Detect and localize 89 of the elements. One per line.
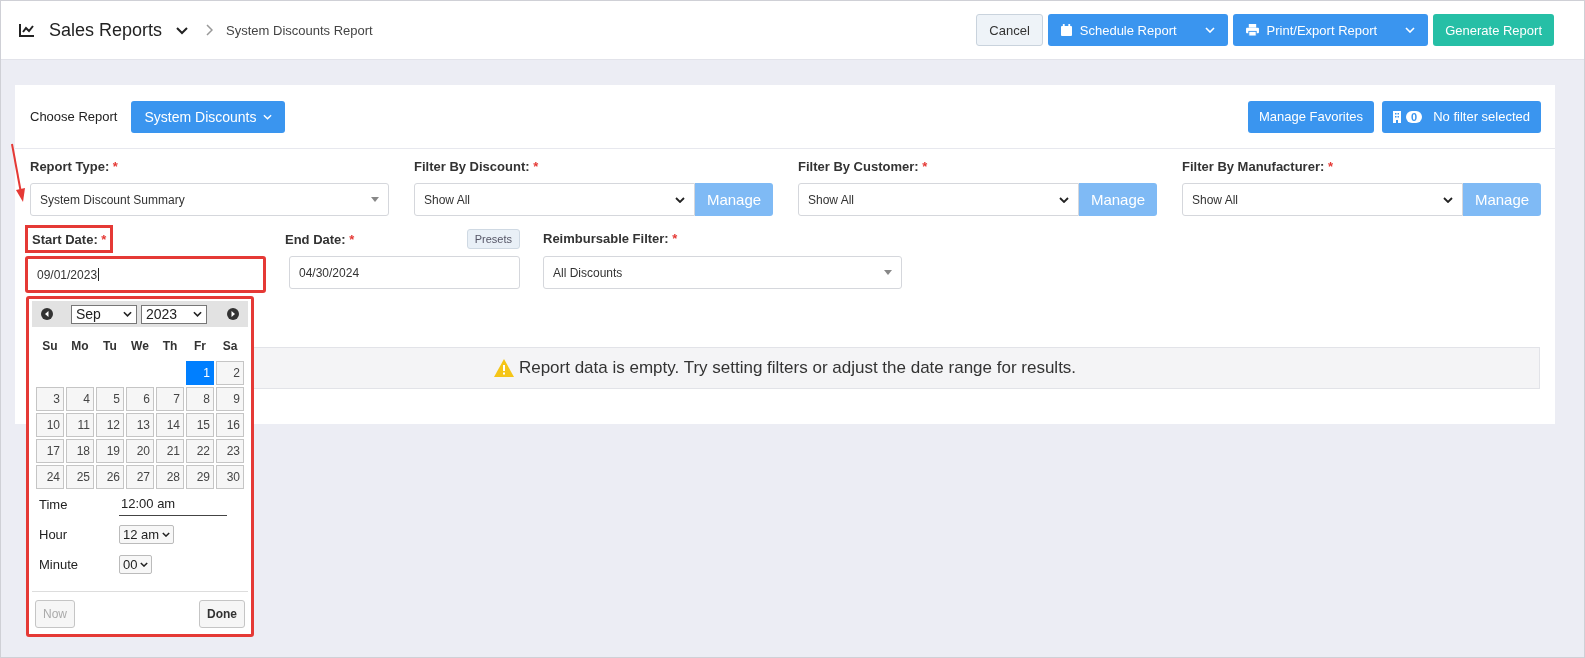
field-label: Filter By Manufacturer: * [1182, 159, 1334, 174]
calendar-day[interactable]: 27 [126, 465, 154, 489]
calendar-day[interactable]: 22 [186, 439, 214, 463]
calendar-day[interactable]: 7 [156, 387, 184, 411]
minute-select[interactable]: 00 [119, 554, 153, 574]
select-field[interactable]: Show All [1182, 183, 1463, 216]
calendar-day[interactable]: 5 [96, 387, 124, 411]
breadcrumb: System Discounts Report [226, 22, 373, 38]
calendar-day[interactable]: 12 [96, 413, 124, 437]
calendar-day[interactable]: 23 [216, 439, 244, 463]
caret-icon [1405, 27, 1416, 33]
field-label: Report Type: * [30, 159, 119, 174]
chevron-down-icon [123, 311, 132, 317]
empty-message: Report data is empty. Try setting filters or adjust the date range for results. [518, 358, 1077, 378]
calendar-day[interactable]: 8 [186, 387, 214, 411]
calendar-day[interactable]: 4 [66, 387, 94, 411]
filter-count-badge: 0 [1406, 110, 1423, 123]
calendar-day[interactable]: 29 [186, 465, 214, 489]
calendar-day[interactable]: 25 [66, 465, 94, 489]
field-label: Filter By Discount: * [414, 159, 540, 174]
calendar-day[interactable]: 15 [186, 413, 214, 437]
calendar-day[interactable]: 10 [36, 413, 64, 437]
calendar-day[interactable]: 21 [156, 439, 184, 463]
hour-label: Hour [39, 526, 69, 542]
weekday-label: Tu [102, 338, 118, 355]
field-label: End Date: * [285, 231, 355, 247]
calendar-day[interactable]: 30 [216, 465, 244, 489]
hour-select[interactable]: 12 am [119, 524, 175, 544]
weekday-label: Fr [193, 338, 207, 355]
select-field[interactable]: System Discount Summary [30, 183, 389, 216]
field-label: Filter By Customer: * [798, 159, 929, 174]
calendar-day[interactable]: 9 [216, 387, 244, 411]
chevron-down-icon [1059, 196, 1069, 203]
calendar-day[interactable]: 20 [126, 439, 154, 463]
start-date-field[interactable]: 09/01/2023 [25, 256, 266, 293]
select-field[interactable]: Show All [798, 183, 1079, 216]
time-label: Time [39, 496, 69, 512]
chevron-down-icon [140, 561, 149, 567]
datepicker-button[interactable]: Done [199, 600, 245, 628]
warning-icon [493, 359, 514, 377]
calendar-day[interactable]: 2 [216, 361, 244, 385]
calendar-day[interactable]: 28 [156, 465, 184, 489]
line-chart-icon [19, 23, 35, 37]
building-icon [1393, 110, 1402, 123]
calendar-day[interactable]: 18 [66, 439, 94, 463]
weekday-label: Th [161, 338, 179, 355]
month-select[interactable]: Sep [71, 304, 137, 324]
calendar-day[interactable]: 13 [126, 413, 154, 437]
field-label: Reimbursable Filter: * [543, 230, 679, 248]
minute-label: Minute [39, 556, 80, 572]
select-field[interactable]: Show All [414, 183, 695, 216]
chevron-down-icon [675, 196, 685, 203]
choose-report-label: Choose Report [30, 109, 118, 124]
weekday-label: Mo [70, 338, 90, 355]
calendar-day[interactable]: 6 [126, 387, 154, 411]
calendar-day[interactable]: 19 [96, 439, 124, 463]
calendar-day[interactable]: 11 [66, 413, 94, 437]
calendar-day[interactable]: 14 [156, 413, 184, 437]
annotation-arrow [10, 143, 26, 203]
presets-button[interactable]: Presets [466, 229, 520, 249]
select-field[interactable]: All Discounts [543, 256, 902, 289]
chevron-down-icon [1443, 196, 1453, 203]
dropdown-arrow-icon [371, 197, 379, 202]
page-title: Sales Reports [49, 19, 163, 41]
calendar-day[interactable]: 24 [36, 465, 64, 489]
calendar-day[interactable]: 16 [216, 413, 244, 437]
year-select[interactable]: 2023 [141, 304, 207, 324]
chevron-right-icon [206, 24, 214, 36]
calendar-day[interactable]: 26 [96, 465, 124, 489]
calendar-day[interactable]: 3 [36, 387, 64, 411]
printer-icon [1245, 24, 1259, 36]
caret-icon [1204, 27, 1215, 33]
previous-month-icon[interactable] [41, 308, 53, 320]
field-label: Start Date: * [32, 232, 107, 247]
chevron-down-icon [193, 311, 202, 317]
end-date-field[interactable]: 04/30/2024 [289, 256, 520, 289]
caret-icon [262, 113, 272, 120]
dropdown-arrow-icon [884, 270, 892, 275]
next-month-icon[interactable] [227, 308, 239, 320]
calendar-day[interactable]: 17 [36, 439, 64, 463]
weekday-label: We [130, 338, 150, 355]
weekday-label: Sa [221, 338, 239, 355]
calendar-icon [1060, 24, 1072, 36]
chevron-down-icon [162, 531, 171, 537]
time-value: 12:00 am [119, 492, 227, 516]
header-button[interactable]: Cancel [976, 14, 1043, 46]
chevron-down-icon[interactable] [176, 27, 189, 35]
weekday-label: Su [41, 338, 59, 355]
calendar-day[interactable]: 1 [186, 361, 214, 385]
